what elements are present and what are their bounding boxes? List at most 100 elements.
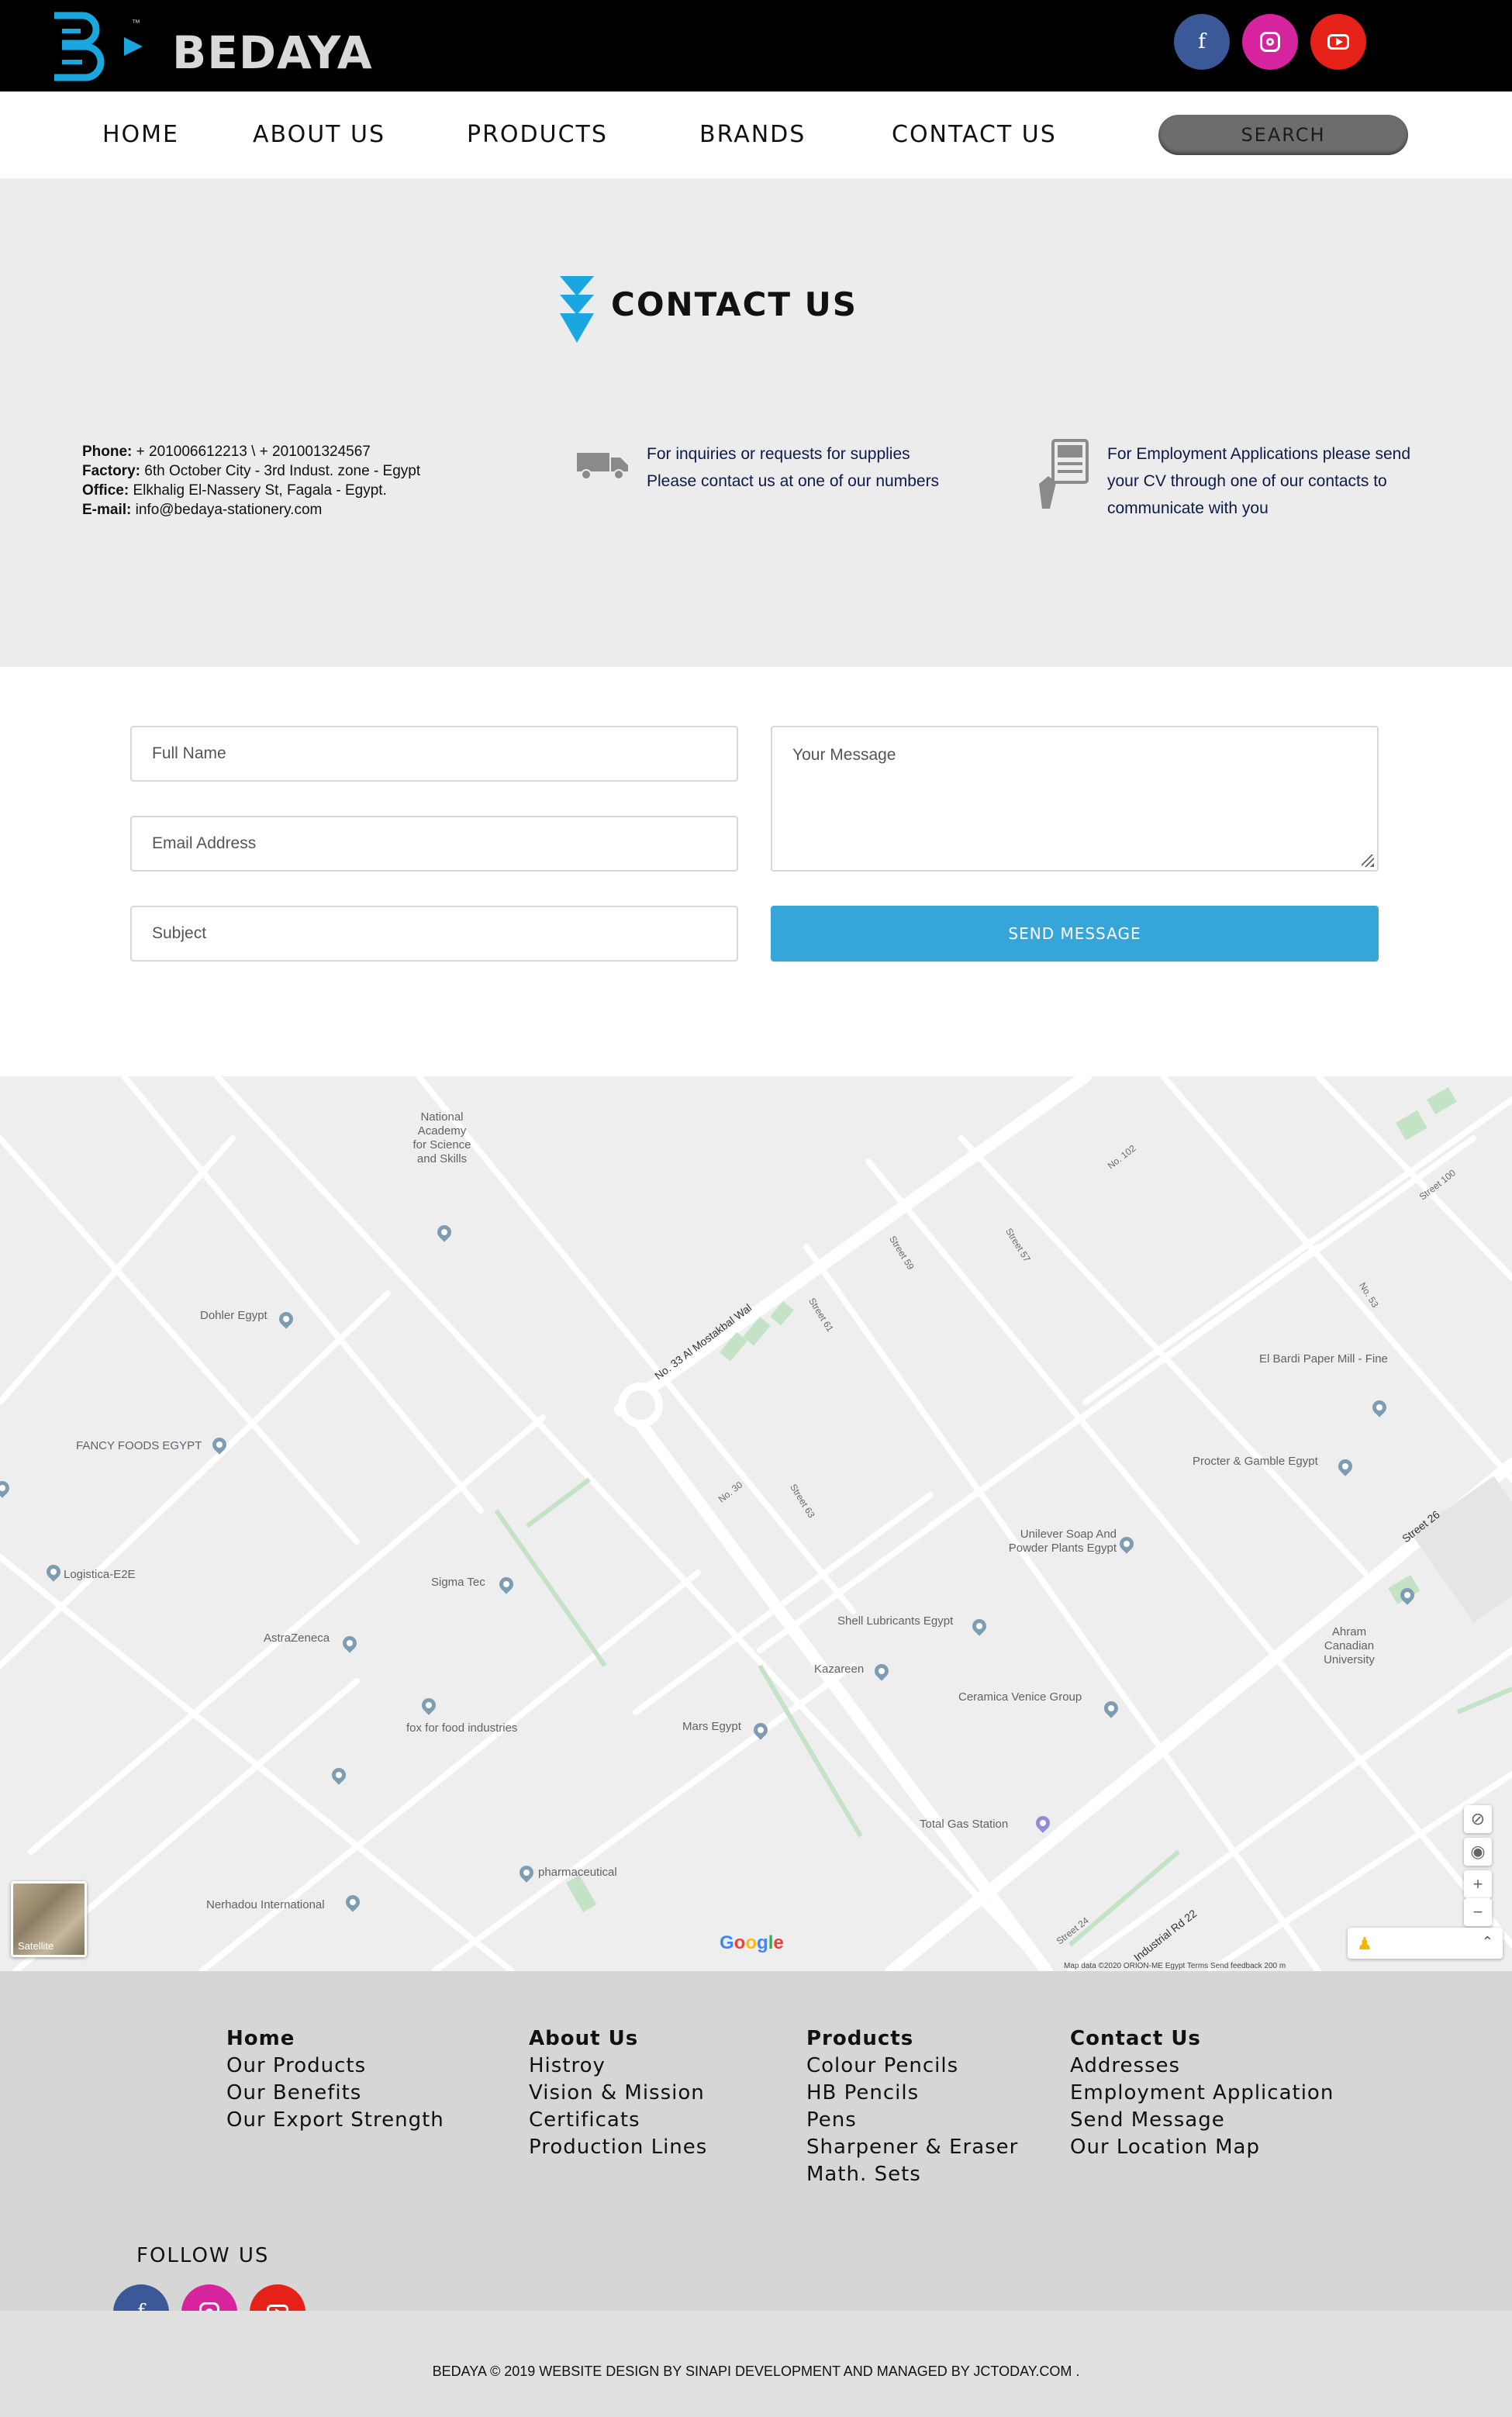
poi-unilever[interactable]: Unilever Soap And Powder Plants Egypt — [992, 1528, 1117, 1556]
instagram-icon — [1260, 32, 1280, 52]
phone-label: Phone: — [82, 444, 133, 460]
office-value: Elkhalig El-Nassery St, Fagala - Egypt. — [133, 482, 387, 499]
copyright-bar: BEDAYA © 2019 WEBSITE DESIGN BY SINAPI D… — [0, 2311, 1512, 2417]
main-nav: HOME ABOUT US PRODUCTS BRANDS CONTACT US… — [0, 92, 1512, 178]
expand-icon[interactable]: ⌃ — [1482, 1934, 1493, 1950]
chevron-down-icon — [560, 276, 594, 343]
footer-link[interactable]: Our Products — [226, 2053, 444, 2080]
footer-col-products: Products Colour Pencils HB Pencils Pens … — [806, 2025, 1018, 2188]
poi-pharmaceutical[interactable]: pharmaceutical — [538, 1866, 617, 1880]
footer-link[interactable]: Math. Sets — [806, 2161, 1018, 2188]
footer-link[interactable]: Vision & Mission — [529, 2080, 707, 2107]
poi-nerhadou[interactable]: Nerhadou International — [206, 1898, 325, 1912]
nav-brands[interactable]: BRANDS — [699, 121, 806, 148]
footer-link[interactable]: Employment Application — [1070, 2080, 1334, 2107]
footer-link[interactable]: Addresses — [1070, 2053, 1334, 2080]
employment-text: For Employment Applications please send … — [1107, 445, 1411, 517]
email-label: E-mail: — [82, 502, 132, 518]
footer-link[interactable]: Our Location Map — [1070, 2134, 1334, 2161]
footer-link[interactable]: Sharpener & Eraser — [806, 2134, 1018, 2161]
street-view-control[interactable]: ♟ ⌃ — [1348, 1928, 1503, 1959]
footer-heading[interactable]: Products — [806, 2025, 1018, 2053]
poi-ceramica-venice[interactable]: Ceramica Venice Group — [958, 1690, 1082, 1704]
footer-heading[interactable]: About Us — [529, 2025, 707, 2053]
map-roads — [0, 1076, 1512, 1971]
location-icon: ◉ — [1470, 1842, 1486, 1861]
zoom-out-button[interactable]: − — [1464, 1898, 1492, 1926]
trademark: ™ — [132, 19, 140, 28]
footer-link[interactable]: Colour Pencils — [806, 2053, 1018, 2080]
email-input[interactable]: Email Address — [130, 816, 738, 872]
poi-mars-egypt[interactable]: Mars Egypt — [682, 1720, 741, 1734]
nav-home[interactable]: HOME — [102, 121, 179, 148]
contact-form: Full Name Email Address Subject Your Mes… — [0, 667, 1512, 1076]
factory-label: Factory: — [82, 463, 140, 479]
truck-icon — [577, 453, 628, 480]
map-attribution[interactable]: Map data ©2020 ORION-ME Egypt Terms Send… — [1064, 1962, 1286, 1970]
rotate-map-button[interactable]: ⊘ — [1464, 1805, 1492, 1833]
poi-fox-food[interactable]: fox for food industries — [406, 1721, 517, 1735]
youtube-button[interactable] — [1310, 14, 1366, 70]
instagram-button[interactable] — [1242, 14, 1298, 70]
google-logo: Google — [720, 1932, 784, 1953]
footer-heading[interactable]: Home — [226, 2025, 444, 2053]
social-links-top: f — [1174, 14, 1366, 70]
poi-fancy-foods[interactable]: FANCY FOODS EGYPT — [76, 1439, 202, 1453]
compass-icon: ⊘ — [1470, 1809, 1486, 1828]
nav-about-us[interactable]: ABOUT US — [253, 121, 385, 148]
message-textarea[interactable]: Your Message — [771, 726, 1379, 872]
my-location-button[interactable]: ◉ — [1464, 1838, 1492, 1866]
footer-link[interactable]: Histroy — [529, 2053, 707, 2080]
poi-logistica[interactable]: Logistica-E2E — [64, 1568, 136, 1582]
youtube-icon — [1327, 34, 1349, 50]
poi-ahram-canadian[interactable]: Ahram Canadian University — [1309, 1625, 1389, 1667]
footer-col-contact: Contact Us Addresses Employment Applicat… — [1070, 2025, 1334, 2161]
office-label: Office: — [82, 482, 129, 499]
resize-handle[interactable] — [1362, 855, 1374, 867]
top-bar: ™ BEDAYA f — [0, 0, 1512, 92]
footer-link[interactable]: Pens — [806, 2107, 1018, 2134]
facebook-button[interactable]: f — [1174, 14, 1230, 70]
factory-value: 6th October City - 3rd Indust. zone - Eg… — [144, 463, 421, 479]
brand-name: BEDAYA — [172, 26, 373, 79]
full-name-input[interactable]: Full Name — [130, 726, 738, 782]
follow-us-heading: FOLLOW US — [136, 2244, 270, 2267]
poi-total-gas[interactable]: Total Gas Station — [920, 1818, 1008, 1832]
zoom-in-button[interactable]: + — [1464, 1870, 1492, 1898]
logo[interactable]: ™ BEDAYA — [51, 11, 372, 82]
poi-astrazeneca[interactable]: AstraZeneca — [264, 1631, 330, 1645]
message-placeholder: Your Message — [792, 746, 896, 764]
plus-icon: + — [1472, 1874, 1483, 1894]
footer-col-about: About Us Histroy Vision & Mission Certif… — [529, 2025, 707, 2161]
cv-icon — [1039, 439, 1089, 509]
poi-shell-lubricants[interactable]: Shell Lubricants Egypt — [837, 1614, 953, 1628]
footer-link[interactable]: Send Message — [1070, 2107, 1334, 2134]
footer-link[interactable]: Certificats — [529, 2107, 707, 2134]
poi-national-academy[interactable]: National Academy for Science and Skills — [409, 1110, 475, 1166]
satellite-toggle[interactable]: Satellite — [11, 1881, 87, 1957]
search-button[interactable]: SEARCH — [1158, 115, 1408, 155]
location-map[interactable]: National Academy for Science and Skills … — [0, 1076, 1512, 1971]
nav-contact-us[interactable]: CONTACT US — [892, 121, 1057, 148]
poi-sigma-tec[interactable]: Sigma Tec — [431, 1576, 485, 1590]
poi-procter-gamble[interactable]: Procter & Gamble Egypt — [1193, 1455, 1318, 1469]
footer-link[interactable]: Our Export Strength — [226, 2107, 444, 2134]
email-value[interactable]: info@bedaya-stationery.com — [136, 502, 323, 518]
subject-input[interactable]: Subject — [130, 906, 738, 962]
footer-link[interactable]: HB Pencils — [806, 2080, 1018, 2107]
nav-products[interactable]: PRODUCTS — [467, 121, 608, 148]
pegman-icon: ♟ — [1357, 1934, 1372, 1953]
footer-col-home: Home Our Products Our Benefits Our Expor… — [226, 2025, 444, 2134]
poi-dohler-egypt[interactable]: Dohler Egypt — [200, 1309, 268, 1323]
footer-heading[interactable]: Contact Us — [1070, 2025, 1334, 2053]
inquiries-text: For inquiries or requests for supplies P… — [647, 445, 940, 490]
poi-kazareen[interactable]: Kazareen — [814, 1663, 864, 1676]
footer-link[interactable]: Production Lines — [529, 2134, 707, 2161]
copyright-text: BEDAYA © 2019 WEBSITE DESIGN BY SINAPI D… — [432, 2363, 1080, 2379]
minus-icon: − — [1472, 1902, 1483, 1922]
poi-el-bardi[interactable]: El Bardi Paper Mill - Fine — [1259, 1352, 1388, 1366]
footer-link[interactable]: Our Benefits — [226, 2080, 444, 2107]
page-title: CONTACT US — [611, 285, 858, 323]
send-message-button[interactable]: SEND MESSAGE — [771, 906, 1379, 962]
phone-value[interactable]: + 201006612213 \ + 201001324567 — [136, 444, 371, 460]
